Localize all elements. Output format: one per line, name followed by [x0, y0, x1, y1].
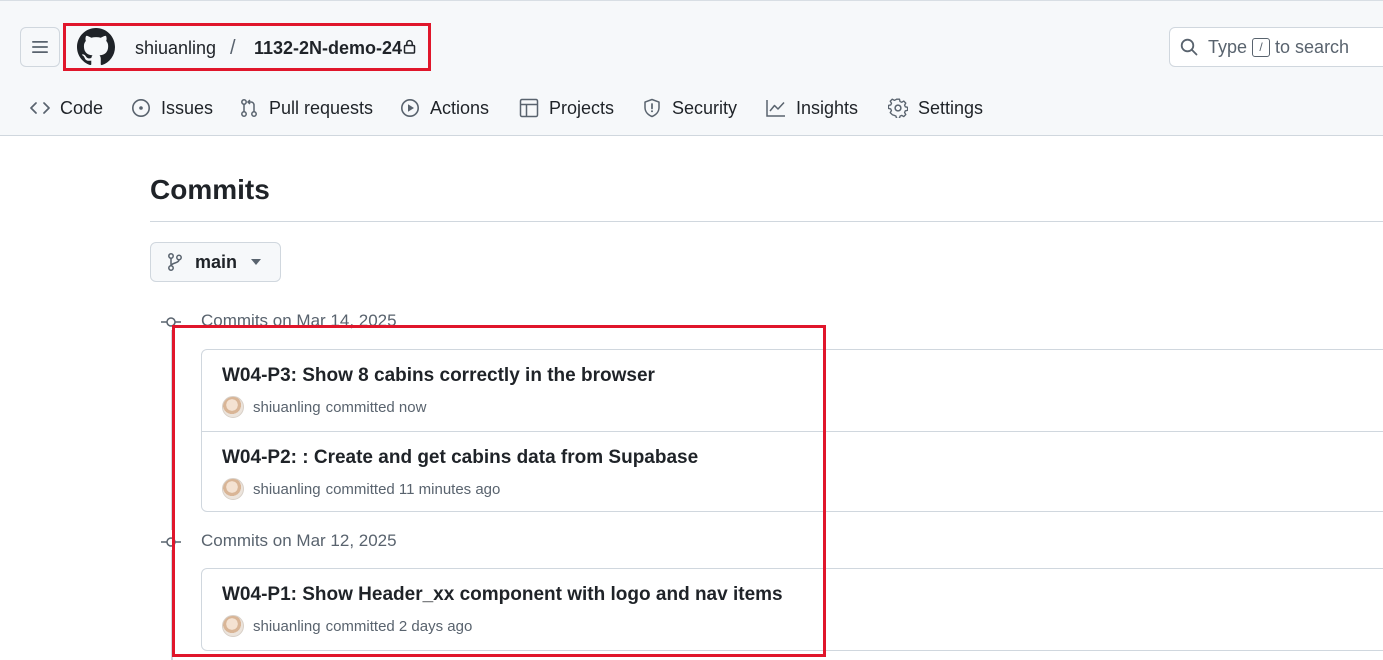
commit-title-link[interactable]: W04-P2: : Create and get cabins data fro…: [222, 446, 698, 470]
tab-code[interactable]: Code: [30, 87, 103, 129]
pull-request-icon: [241, 99, 257, 117]
commit-row: W04-P3: Show 8 cabins correctly in the b…: [202, 350, 1383, 431]
repo-name-link[interactable]: 1132-2N-demo-24: [254, 36, 402, 60]
commit-author-link[interactable]: shiuanling: [253, 399, 321, 416]
github-logo-icon[interactable]: [77, 28, 115, 66]
play-icon: [401, 99, 419, 117]
branch-selector-button[interactable]: main: [150, 242, 281, 282]
search-icon: [1180, 38, 1198, 56]
commit-group-heading: Commits on Mar 14, 2025: [201, 311, 397, 330]
tab-pull-requests-label: Pull requests: [269, 97, 374, 118]
commit-node-icon: [161, 537, 181, 547]
avatar[interactable]: [222, 396, 244, 418]
search-suffix-text: to search: [1275, 36, 1350, 57]
owner-link[interactable]: shiuanling: [135, 36, 216, 60]
commit-meta: shiuanling committed 11 minutes ago: [222, 478, 500, 500]
commit-row: W04-P1: Show Header_xx component with lo…: [202, 569, 1383, 650]
timeline-line: [171, 330, 173, 530]
page-title: Commits: [150, 174, 270, 205]
commit-author-link[interactable]: shiuanling: [253, 481, 321, 498]
tab-issues-label: Issues: [161, 97, 214, 118]
git-branch-icon: [168, 253, 182, 271]
chevron-down-icon: [251, 259, 262, 265]
tab-settings[interactable]: Settings: [888, 87, 983, 129]
tab-insights[interactable]: Insights: [766, 87, 858, 129]
commit-time: committed 11 minutes ago: [325, 480, 501, 498]
tab-issues[interactable]: Issues: [131, 87, 213, 129]
branch-name: main: [195, 251, 238, 272]
tab-code-label: Code: [60, 97, 104, 118]
breadcrumb-separator: /: [230, 37, 236, 59]
commit-node-icon: [161, 317, 181, 327]
commit-group-heading: Commits on Mar 12, 2025: [201, 531, 397, 550]
commit-row: W04-P2: : Create and get cabins data fro…: [202, 431, 1383, 512]
code-icon: [30, 102, 50, 114]
commit-meta: shiuanling committed 2 days ago: [222, 615, 472, 637]
tab-projects-label: Projects: [549, 97, 615, 118]
hamburger-icon: [32, 41, 48, 53]
menu-button[interactable]: [20, 27, 60, 67]
tab-settings-label: Settings: [918, 97, 984, 118]
search-input[interactable]: Type / to search: [1169, 27, 1383, 67]
tab-actions[interactable]: Actions: [400, 87, 489, 129]
tab-pull-requests[interactable]: Pull requests: [239, 87, 373, 129]
commit-author-link[interactable]: shiuanling: [253, 618, 321, 635]
timeline-line: [171, 550, 173, 660]
commit-list: W04-P1: Show Header_xx component with lo…: [201, 568, 1383, 651]
search-prefix-text: Type: [1208, 36, 1248, 57]
tab-security-label: Security: [672, 97, 738, 118]
repo-header: shiuanling / 1132-2N-demo-24 Type / to s…: [0, 0, 1383, 136]
graph-icon: [766, 100, 785, 117]
tab-projects[interactable]: Projects: [519, 87, 614, 129]
search-shortcut-key: /: [1252, 37, 1271, 57]
commit-list: W04-P3: Show 8 cabins correctly in the b…: [201, 349, 1383, 512]
commit-meta: shiuanling committed now: [222, 396, 426, 418]
gear-icon: [888, 98, 908, 118]
commit-title-link[interactable]: W04-P1: Show Header_xx component with lo…: [222, 583, 783, 607]
tab-actions-label: Actions: [430, 97, 490, 118]
table-icon: [519, 98, 539, 118]
tab-insights-label: Insights: [796, 97, 859, 118]
tab-security[interactable]: Security: [642, 87, 737, 129]
avatar[interactable]: [222, 478, 244, 500]
lock-icon: [403, 39, 416, 54]
commit-time: committed 2 days ago: [325, 617, 473, 635]
issue-icon: [132, 99, 150, 117]
commit-time: committed now: [325, 398, 427, 416]
commit-title-link[interactable]: W04-P3: Show 8 cabins correctly in the b…: [222, 364, 655, 388]
title-divider: [150, 221, 1383, 222]
avatar[interactable]: [222, 615, 244, 637]
shield-icon: [644, 98, 660, 118]
